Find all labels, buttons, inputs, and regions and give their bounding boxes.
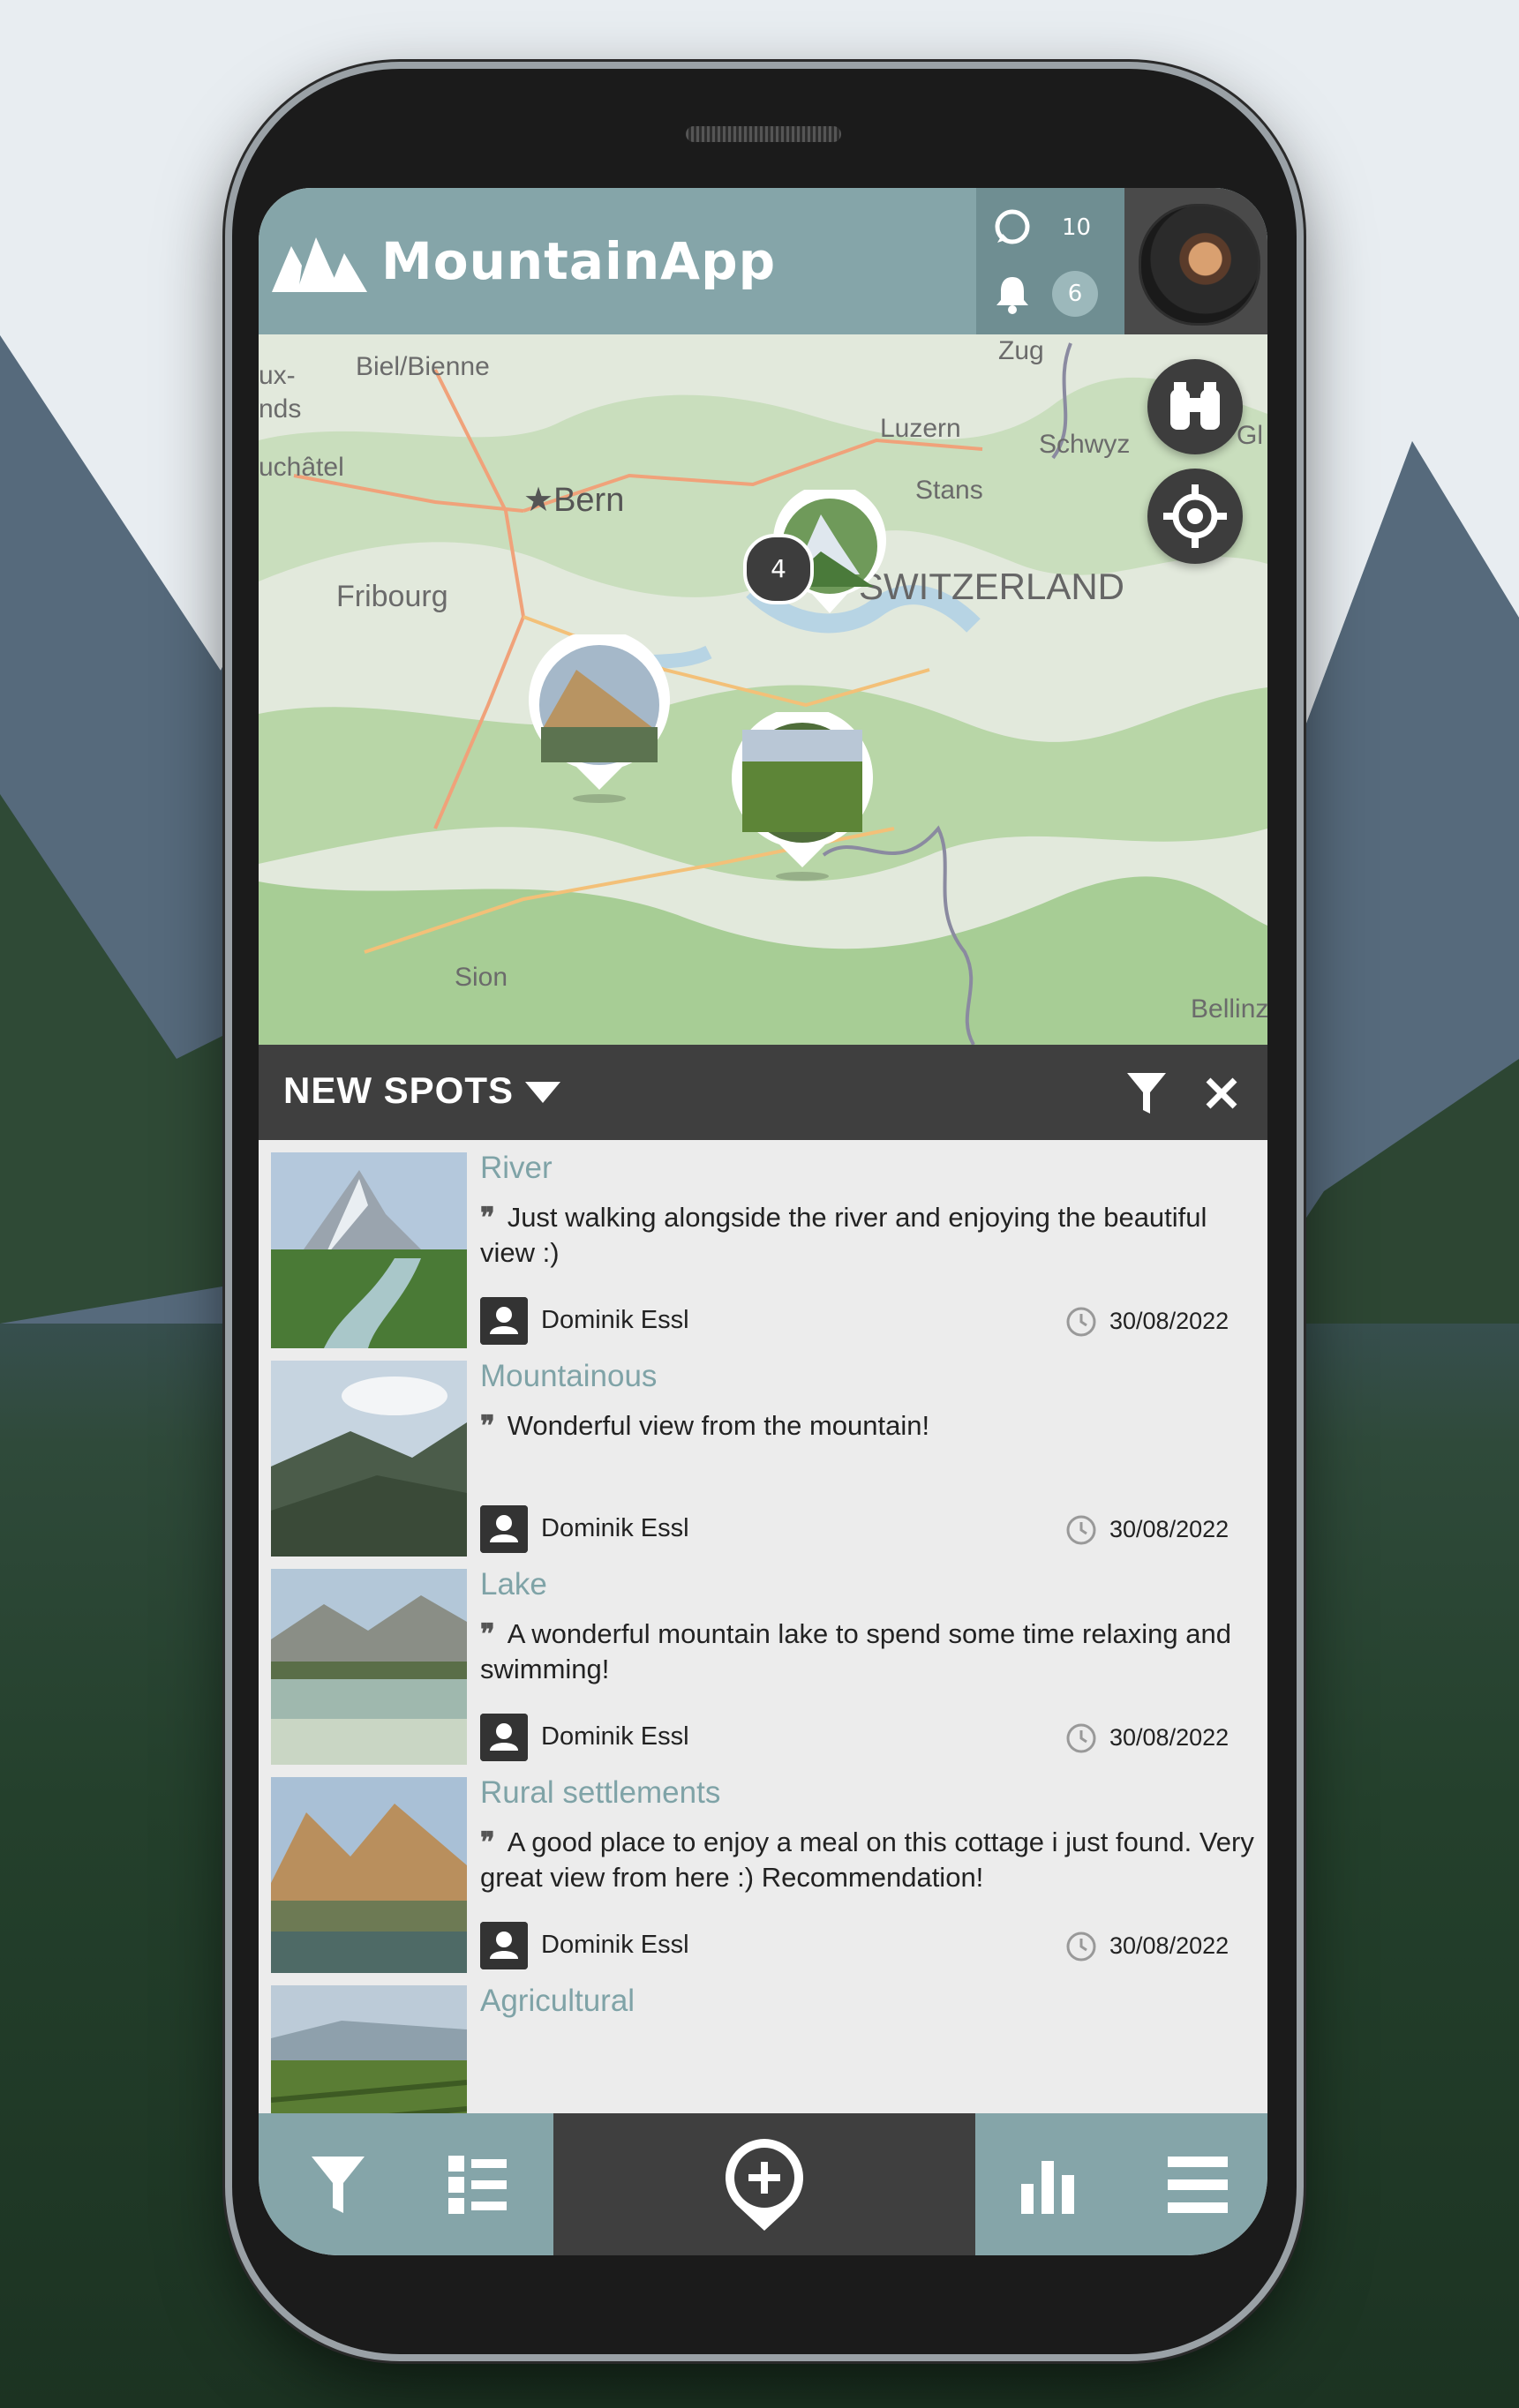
avatar[interactable] [1139, 204, 1260, 326]
clock-icon [1066, 1723, 1096, 1753]
spot-date: 30/08/2022 [1109, 1516, 1229, 1542]
clock-icon [1066, 1515, 1096, 1545]
spot-date: 30/08/2022 [1109, 1724, 1229, 1751]
list-title[interactable]: NEW SPOTS [283, 1069, 514, 1112]
spot-title: Agricultural [480, 1984, 635, 2018]
spot-description: ❞ Just walking alongside the river and en… [480, 1202, 1207, 1268]
spot-author[interactable]: Dominik Essl [541, 1306, 689, 1335]
mountain-logo-icon [272, 237, 367, 292]
app-screen: MountainApp 10 6 Biel/Bienne ★Bern Fribo… [259, 188, 1267, 2255]
map-view[interactable]: Biel/Bienne ★Bern Fribourg Luzern Schwyz… [259, 334, 1267, 1045]
add-spot-button[interactable] [718, 2113, 811, 2255]
bell-icon [996, 277, 1028, 314]
close-icon[interactable] [1205, 1076, 1238, 1110]
nav-list-button[interactable] [433, 2113, 522, 2255]
list-item[interactable]: Agricultural [259, 1973, 1267, 2113]
spot-thumbnail [271, 1569, 467, 1765]
quote-icon: ❞ [480, 1202, 495, 1234]
spot-title: Rural settlements [480, 1775, 721, 1810]
spots-count: 10 [1062, 214, 1092, 241]
map-pin-cluster[interactable]: 4 [743, 484, 891, 626]
filter-icon[interactable] [1125, 1071, 1168, 1115]
spot-date: 30/08/2022 [1109, 1932, 1229, 1959]
spot-description: ❞ Wonderful view from the mountain! [480, 1410, 930, 1442]
user-icon [480, 1297, 528, 1345]
clock-icon [1066, 1932, 1096, 1962]
spot-date: 30/08/2022 [1109, 1308, 1229, 1334]
notifications-stat[interactable]: 6 [976, 263, 1124, 325]
map-label-edge-2: nds [259, 394, 302, 424]
map-label-luzern: Luzern [880, 414, 961, 443]
list-icon [448, 2155, 507, 2214]
map-label-bellinz: Bellinz [1191, 994, 1267, 1024]
spot-author[interactable]: Dominik Essl [541, 1931, 689, 1960]
quote-icon: ❞ [480, 1410, 495, 1442]
spot-list: River ❞ Just walking alongside the river … [259, 1140, 1267, 2113]
spot-thumbnail [271, 1152, 467, 1348]
map-label-sion: Sion [455, 963, 508, 992]
add-spot-icon [726, 2138, 803, 2231]
map-label-neuchatel: uchâtel [259, 453, 344, 482]
map-label-bern: ★Bern [523, 482, 625, 519]
app-name: MountainApp [381, 231, 777, 291]
list-header: NEW SPOTS [259, 1045, 1267, 1140]
locate-button[interactable] [1147, 469, 1243, 564]
list-item[interactable]: River ❞ Just walking alongside the river … [259, 1140, 1267, 1348]
quote-icon: ❞ [480, 1827, 495, 1858]
menu-icon [1168, 2156, 1228, 2213]
quote-icon: ❞ [480, 1618, 495, 1650]
spot-thumbnail [271, 1361, 467, 1557]
map-label-zug: Zug [998, 336, 1044, 365]
nav-filter-button[interactable] [294, 2113, 382, 2255]
stats-panel: 10 6 [976, 188, 1124, 334]
map-label-fribourg: Fribourg [336, 580, 448, 613]
spot-title: Mountainous [480, 1359, 658, 1393]
map-label-edge-1: ux- [259, 361, 296, 390]
filter-icon [312, 2156, 365, 2213]
list-item[interactable]: Mountainous ❞ Wonderful view from the mou… [259, 1348, 1267, 1557]
dropdown-icon[interactable] [523, 1080, 562, 1106]
map-pin-agricultural[interactable] [726, 707, 878, 889]
user-icon [480, 1922, 528, 1969]
user-icon [480, 1505, 528, 1553]
user-icon [480, 1714, 528, 1761]
map-label-schwyz: Schwyz [1039, 430, 1131, 459]
cluster-count-badge: 4 [743, 534, 814, 604]
map-label-country: SWITZERLAND [859, 566, 1125, 607]
nav-stats-button[interactable] [1004, 2113, 1092, 2255]
spot-author[interactable]: Dominik Essl [541, 1722, 689, 1752]
bottom-nav [259, 2113, 1267, 2255]
map-pin-rural[interactable] [523, 629, 675, 811]
notifications-badge: 6 [1052, 271, 1098, 317]
stats-icon [1021, 2160, 1074, 2214]
map-label-stans: Stans [915, 476, 983, 505]
map-label-biel: Biel/Bienne [356, 352, 490, 381]
explore-button[interactable] [1147, 359, 1243, 454]
nav-menu-button[interactable] [1154, 2113, 1242, 2255]
spots-stat[interactable]: 10 [976, 197, 1124, 259]
spot-title: Lake [480, 1567, 547, 1602]
clock-icon [1066, 1307, 1096, 1337]
list-item[interactable]: Rural settlements ❞ A good place to enjoy… [259, 1765, 1267, 1973]
spots-icon [995, 209, 1030, 244]
spot-title: River [480, 1151, 553, 1185]
locate-icon [1163, 484, 1227, 548]
list-item[interactable]: Lake ❞ A wonderful mountain lake to spend… [259, 1557, 1267, 1765]
app-logo[interactable]: MountainApp [272, 221, 776, 301]
binoculars-icon [1170, 382, 1220, 430]
spot-description: ❞ A wonderful mountain lake to spend some… [480, 1618, 1231, 1684]
spot-author[interactable]: Dominik Essl [541, 1514, 689, 1543]
spot-thumbnail [271, 1777, 467, 1973]
spot-description: ❞ A good place to enjoy a meal on this co… [480, 1827, 1254, 1893]
profile-area[interactable] [1124, 188, 1267, 334]
phone-speaker [686, 126, 841, 142]
spot-thumbnail [271, 1985, 467, 2113]
